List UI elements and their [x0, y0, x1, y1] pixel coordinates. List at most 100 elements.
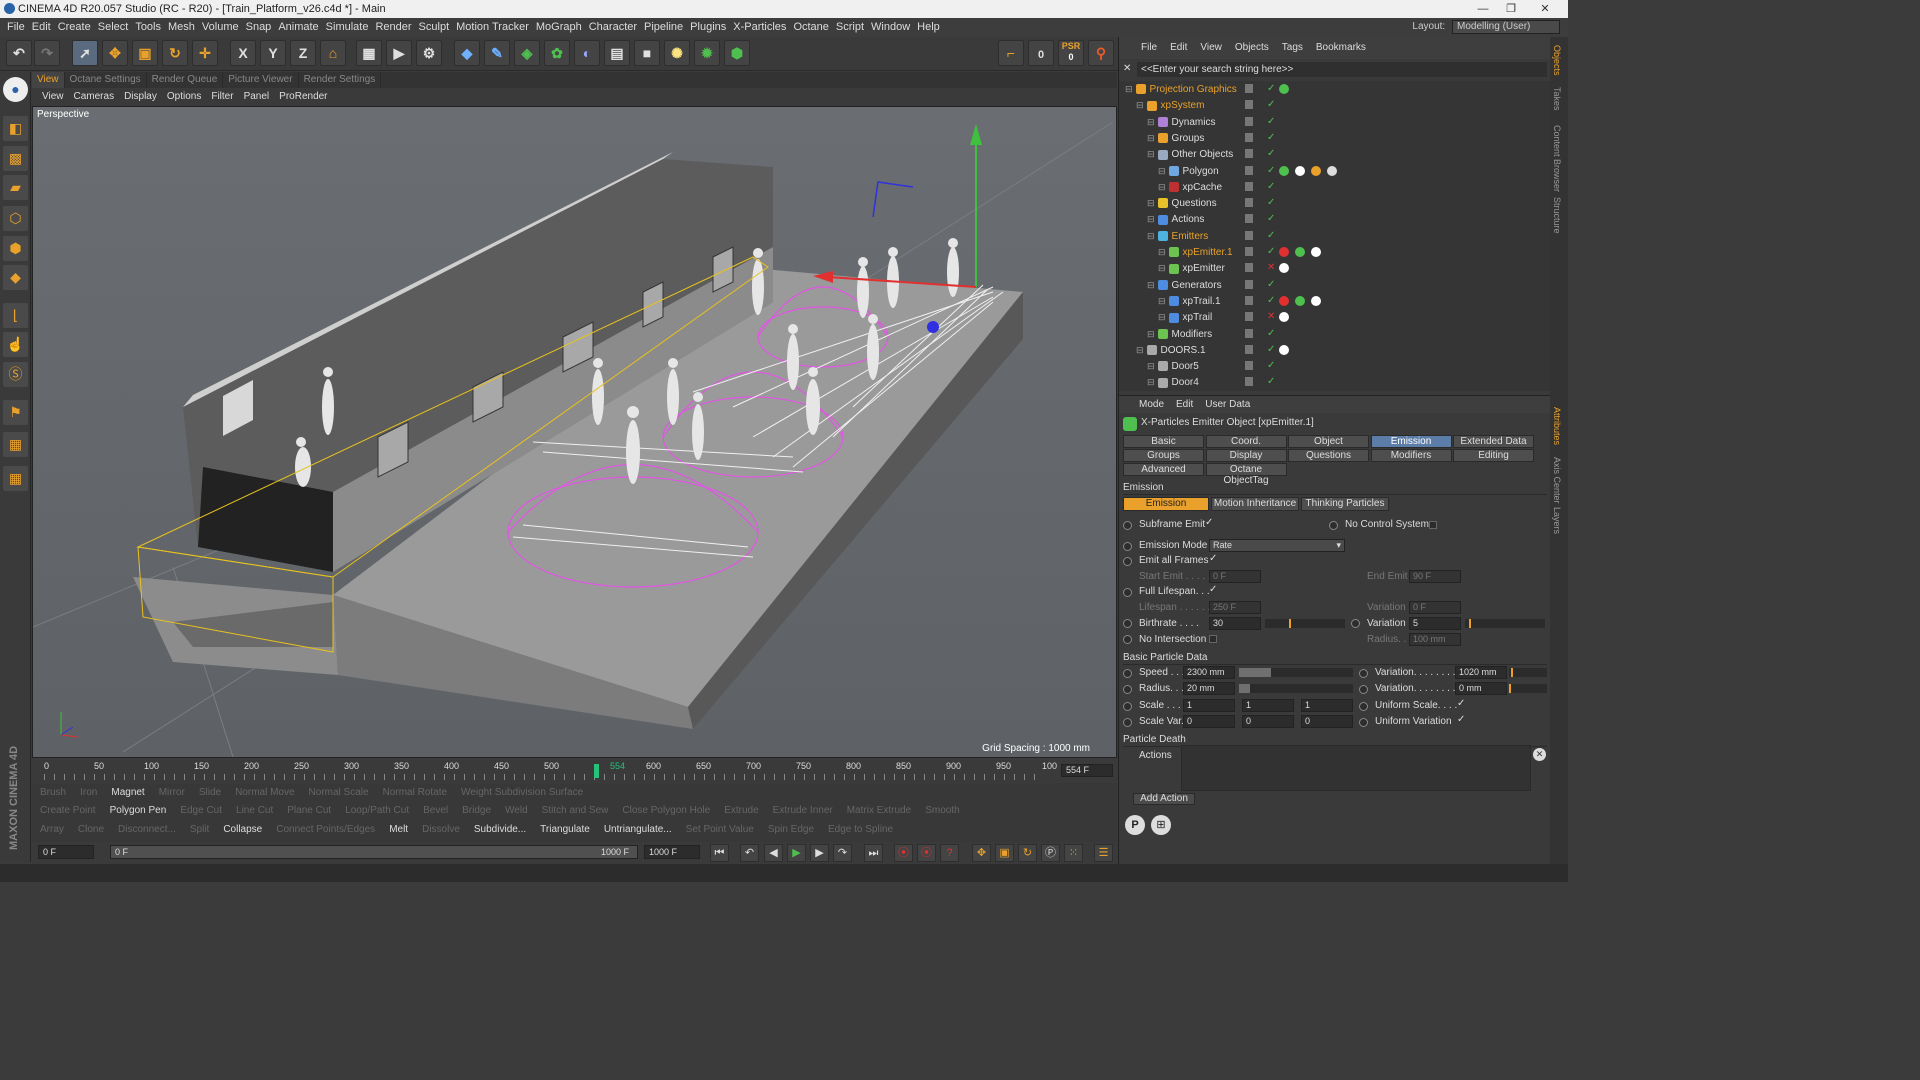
- radius-variation-slider[interactable]: [1509, 684, 1547, 693]
- start-frame-field[interactable]: 0 F: [38, 845, 94, 859]
- record-pla-icon[interactable]: ⁙: [1064, 844, 1083, 862]
- enable-check-icon[interactable]: ✓: [1267, 293, 1275, 309]
- tool-connect-points-edges[interactable]: Connect Points/Edges: [276, 824, 375, 835]
- enable-check-icon[interactable]: ✓: [1267, 195, 1275, 211]
- minimize-button[interactable]: —: [1468, 0, 1498, 18]
- speed-field[interactable]: 2300 mm: [1183, 666, 1235, 679]
- radio-emit-all[interactable]: [1123, 557, 1132, 566]
- tool-array[interactable]: Array: [40, 824, 64, 835]
- uniform-variation-checkbox[interactable]: ✓: [1457, 714, 1465, 725]
- enable-check-icon[interactable]: ✓: [1267, 211, 1275, 227]
- solo-mode-icon[interactable]: Ⓢ: [3, 362, 28, 387]
- menu-sculpt[interactable]: Sculpt: [419, 21, 450, 33]
- object-row-xpemitter-1[interactable]: ⊟ xpEmitter.1 ✓: [1119, 244, 1539, 260]
- python-icon[interactable]: P: [1125, 815, 1145, 835]
- object-row-door5[interactable]: ⊟ Door5 ✓: [1119, 358, 1539, 374]
- tool-create-point[interactable]: Create Point: [40, 805, 96, 816]
- visibility-flag-icon[interactable]: [1245, 312, 1253, 322]
- end-emit-field[interactable]: 90 F: [1409, 570, 1461, 583]
- visibility-flag-icon[interactable]: [1245, 263, 1253, 273]
- tool-bridge[interactable]: Bridge: [462, 805, 491, 816]
- attr-tab-extended-data[interactable]: Extended Data: [1453, 435, 1534, 448]
- tab-render-settings[interactable]: Render Settings: [299, 72, 382, 88]
- go-to-end-icon[interactable]: ⏭: [864, 844, 883, 862]
- snapping-icon[interactable]: ⚑: [3, 400, 28, 425]
- attr-tab-octane-objecttag[interactable]: Octane ObjectTag: [1205, 463, 1287, 486]
- locked-workplane-icon[interactable]: ▦: [3, 432, 28, 457]
- enable-check-icon[interactable]: ✓: [1267, 277, 1275, 293]
- object-row-other-objects[interactable]: ⊟ Other Objects ✓: [1119, 146, 1539, 162]
- enable-check-icon[interactable]: ✓: [1267, 97, 1275, 113]
- radius-variation-field[interactable]: 0 mm: [1455, 682, 1507, 695]
- birthrate-variation-slider[interactable]: [1465, 619, 1545, 628]
- object-row-xptrail[interactable]: ⊟ xpTrail ✕: [1119, 309, 1539, 325]
- menu-select[interactable]: Select: [98, 21, 129, 33]
- axis-mode-icon[interactable]: ⌊: [3, 303, 28, 328]
- emission-mode-dropdown[interactable]: Rate ▾: [1209, 539, 1345, 552]
- side-tab-content-browser[interactable]: Content Browser: [1552, 125, 1562, 192]
- tool-edge-to-spline[interactable]: Edge to Spline: [828, 824, 893, 835]
- menu-tools[interactable]: Tools: [135, 21, 161, 33]
- menu-octane[interactable]: Octane: [793, 21, 828, 33]
- tool-clone[interactable]: Clone: [78, 824, 104, 835]
- object-row-xptrail-1[interactable]: ⊟ xpTrail.1 ✓: [1119, 293, 1539, 309]
- attr-tab-questions[interactable]: Questions: [1288, 449, 1369, 462]
- tool-polygon-pen[interactable]: Polygon Pen: [110, 805, 167, 816]
- make-editable-icon[interactable]: ●: [3, 77, 28, 102]
- particle-radius-field[interactable]: 20 mm: [1183, 682, 1235, 695]
- menu-script[interactable]: Script: [836, 21, 864, 33]
- visibility-flag-icon[interactable]: [1245, 230, 1253, 240]
- radio-birthrate-variation[interactable]: [1351, 619, 1360, 628]
- frame-range-scrubber[interactable]: 0 F 1000 F: [110, 845, 638, 859]
- om-menu-objects[interactable]: Objects: [1235, 42, 1269, 53]
- timeline-ruler[interactable]: 0 50 100 150 200 250 300 350 400 450 500 554 600 650 7…: [32, 760, 1117, 782]
- menu-window[interactable]: Window: [871, 21, 910, 33]
- x-axis-button[interactable]: X: [230, 40, 256, 66]
- scale-y-field[interactable]: 1: [1242, 699, 1294, 712]
- radio-speed[interactable]: [1123, 669, 1132, 678]
- viewport-menu-filter[interactable]: Filter: [211, 91, 233, 102]
- workplane-icon[interactable]: ⚲: [1088, 40, 1114, 66]
- tweak-mode-icon[interactable]: ☝: [3, 332, 28, 357]
- search-close-icon[interactable]: ✕: [1123, 64, 1133, 74]
- speed-variation-field[interactable]: 1020 mm: [1455, 666, 1507, 679]
- enable-check-icon[interactable]: ✓: [1267, 130, 1275, 146]
- tool-normal-move[interactable]: Normal Move: [235, 787, 294, 798]
- redo-icon[interactable]: ↷: [34, 40, 60, 66]
- radio-particle-radius[interactable]: [1123, 685, 1132, 694]
- enable-check-icon[interactable]: ✓: [1267, 114, 1275, 130]
- tool-plane-cut[interactable]: Plane Cut: [287, 805, 331, 816]
- object-tag-icon[interactable]: [1279, 312, 1289, 323]
- lifespan-field[interactable]: 250 F: [1209, 601, 1261, 614]
- texture-mode-icon[interactable]: ▩: [3, 146, 28, 171]
- keyframe-selection-icon[interactable]: ?: [940, 844, 959, 862]
- radio-uniform-scale[interactable]: [1359, 702, 1368, 711]
- attr-tab-object[interactable]: Object: [1288, 435, 1369, 448]
- expand-toggle-icon[interactable]: ⊟: [1147, 361, 1155, 371]
- birthrate-slider[interactable]: [1265, 619, 1345, 628]
- record-parameter-icon[interactable]: Ⓟ: [1041, 844, 1060, 862]
- object-row-xpcache[interactable]: ⊟ xpCache ✓: [1119, 179, 1539, 195]
- tool-subdivide[interactable]: Subdivide...: [474, 824, 526, 835]
- enable-check-icon[interactable]: ✕: [1267, 260, 1275, 276]
- tool-iron[interactable]: Iron: [80, 787, 97, 798]
- expand-toggle-icon[interactable]: ⊟: [1147, 214, 1155, 224]
- object-tag-icon[interactable]: [1279, 84, 1289, 94]
- side-tab-takes[interactable]: Takes: [1552, 87, 1562, 111]
- object-tag-icon[interactable]: [1311, 165, 1321, 176]
- full-lifespan-checkbox[interactable]: ✓: [1209, 584, 1217, 595]
- visibility-flag-icon[interactable]: [1245, 149, 1253, 159]
- object-row-modifiers[interactable]: ⊟ Modifiers ✓: [1119, 326, 1539, 342]
- menu-x-particles[interactable]: X-Particles: [733, 21, 786, 33]
- object-row-generators[interactable]: ⊟ Generators ✓: [1119, 277, 1539, 293]
- camera-icon[interactable]: ■: [634, 40, 660, 66]
- tool-collapse[interactable]: Collapse: [223, 824, 262, 835]
- record-rotation-icon[interactable]: ↻: [1018, 844, 1037, 862]
- object-tag-icon[interactable]: [1327, 165, 1337, 176]
- expand-toggle-icon[interactable]: ⊟: [1158, 312, 1166, 322]
- om-menu-edit[interactable]: Edit: [1170, 42, 1187, 53]
- autokeying-icon[interactable]: ⦿: [917, 844, 936, 862]
- expand-toggle-icon[interactable]: ⊟: [1158, 182, 1166, 192]
- radio-radius-variation[interactable]: [1359, 685, 1368, 694]
- side-tab-objects[interactable]: Objects: [1552, 45, 1562, 76]
